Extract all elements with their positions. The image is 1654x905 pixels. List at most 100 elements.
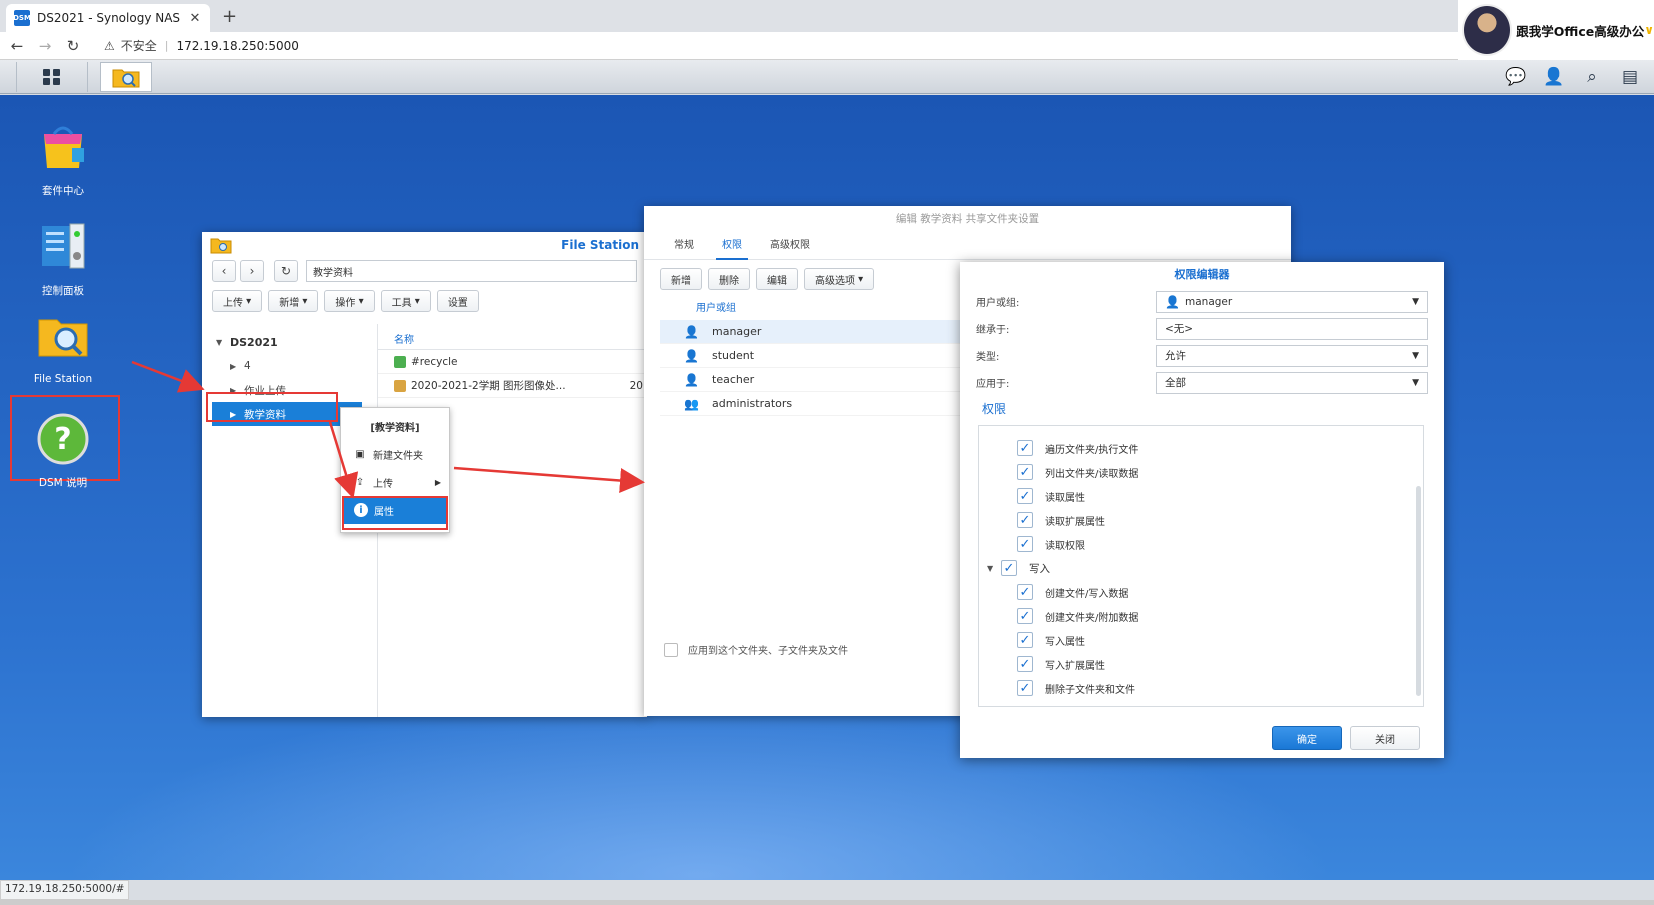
- menu-item-upload[interactable]: ⇪ 上传 ▶: [341, 468, 449, 496]
- file-name: 2020-2021-2学期 图形图像处...: [411, 380, 566, 392]
- advanced-options-button[interactable]: 高级选项 ▾: [804, 268, 875, 290]
- chevron-down-icon[interactable]: ▼: [987, 564, 1001, 573]
- permission-item[interactable]: ✓ 读取属性: [979, 484, 1423, 508]
- widget-icon[interactable]: ▤: [1618, 65, 1642, 89]
- ok-button[interactable]: 确定: [1272, 726, 1342, 750]
- settings-label: 设置: [447, 297, 468, 309]
- settings-button[interactable]: 设置: [436, 290, 479, 312]
- checkbox-checked[interactable]: ✓: [1017, 608, 1033, 624]
- taskbar-file-station[interactable]: [100, 62, 152, 92]
- desktop-control-panel[interactable]: 控制面板: [18, 220, 108, 298]
- chevron-down-icon: ▼: [1412, 296, 1419, 307]
- permission-item[interactable]: ✓ 列出文件夹/读取数据: [979, 460, 1423, 484]
- permission-item[interactable]: ✓ 读取扩展属性: [979, 508, 1423, 532]
- insecure-label[interactable]: 不安全: [121, 37, 157, 54]
- column-header-name[interactable]: 名称: [378, 328, 647, 350]
- form-row-apply-to: 应用于: 全部 ▼: [960, 369, 1444, 396]
- create-label: 新增: [279, 297, 300, 309]
- new-tab-icon[interactable]: +: [222, 6, 237, 27]
- forward-button[interactable]: ›: [240, 260, 264, 282]
- close-icon[interactable]: ✕: [188, 11, 202, 26]
- user-icon[interactable]: 👤: [1542, 65, 1566, 89]
- permission-label: 删除子文件夹和文件: [1045, 684, 1135, 696]
- menu-item-new-folder[interactable]: ▣ 新建文件夹: [341, 440, 449, 468]
- tree-item[interactable]: ▶ 4: [202, 354, 377, 378]
- checkbox-checked[interactable]: ✓: [1017, 584, 1033, 600]
- chat-icon[interactable]: 💬: [1504, 65, 1528, 89]
- permission-label: 读取属性: [1045, 492, 1085, 504]
- chevron-down-icon: ▼: [216, 337, 223, 347]
- desktop-package-center[interactable]: 套件中心: [18, 120, 108, 198]
- apply-to-subfolders[interactable]: 应用到这个文件夹、子文件夹及文件: [664, 642, 848, 657]
- user-row[interactable]: 👤 student: [660, 344, 960, 368]
- reload-icon[interactable]: ↻: [62, 37, 84, 55]
- back-button[interactable]: ‹: [212, 260, 236, 282]
- avatar: [1462, 4, 1513, 56]
- upload-label: 上传: [223, 297, 243, 309]
- desktop-dsm-help[interactable]: ? DSM 说明: [18, 412, 108, 490]
- user-icon: 👤: [684, 348, 699, 363]
- apply-label: 应用到这个文件夹、子文件夹及文件: [688, 646, 848, 657]
- scrollbar[interactable]: [1416, 486, 1421, 696]
- browser-tab[interactable]: DSM DS2021 - Synology NAS ✕: [6, 4, 210, 32]
- edit-button[interactable]: 编辑: [756, 268, 798, 290]
- user-row[interactable]: 👥 administrators: [660, 392, 960, 416]
- user-select[interactable]: 👤 manager ▼: [1156, 290, 1428, 313]
- menu-item-label: 新建文件夹: [373, 450, 423, 462]
- delete-button[interactable]: 删除: [708, 268, 750, 290]
- forward-icon[interactable]: →: [34, 37, 56, 55]
- context-menu-title: [教学资料]: [370, 422, 420, 434]
- bottom-strip: [0, 900, 1654, 905]
- path-input[interactable]: 教学资料: [306, 260, 637, 282]
- back-icon[interactable]: ←: [6, 37, 28, 55]
- user-icon: 👤: [1165, 294, 1180, 309]
- checkbox-checked[interactable]: ✓: [1017, 536, 1033, 552]
- apply-to-select[interactable]: 全部 ▼: [1156, 371, 1428, 394]
- create-button[interactable]: 新增 ▾: [268, 290, 319, 312]
- permission-item[interactable]: ✓ 写入属性: [979, 628, 1423, 652]
- checkbox-checked[interactable]: ✓: [1017, 512, 1033, 528]
- permission-item[interactable]: ✓ 删除子文件夹和文件: [979, 676, 1423, 700]
- url-input[interactable]: 172.19.18.250:5000: [177, 39, 299, 53]
- checkbox-checked[interactable]: ✓: [1017, 656, 1033, 672]
- checkbox-checked[interactable]: ✓: [1017, 632, 1033, 648]
- user-icon: 👤: [684, 372, 699, 387]
- checkbox-checked[interactable]: ✓: [1017, 464, 1033, 480]
- tab-permissions[interactable]: 权限: [708, 232, 756, 260]
- apply-checkbox[interactable]: [664, 642, 678, 657]
- file-row[interactable]: #recycle: [378, 350, 647, 374]
- desktop-file-station[interactable]: File Station: [18, 310, 108, 385]
- user-row[interactable]: 👤 teacher: [660, 368, 960, 392]
- action-button[interactable]: 操作 ▾: [324, 290, 375, 312]
- permission-label: 列出文件夹/读取数据: [1045, 468, 1139, 480]
- tree-root[interactable]: ▼ DS2021: [202, 330, 377, 354]
- tab-general[interactable]: 常规: [660, 232, 708, 259]
- permission-item[interactable]: ✓ 创建文件夹/附加数据: [979, 604, 1423, 628]
- refresh-button[interactable]: ↻: [274, 260, 298, 282]
- permission-editor-window: 权限编辑器 用户或组: 👤 manager ▼ 继承于: <无> 类型: 允许 …: [960, 262, 1444, 758]
- permission-item[interactable]: ✓ 遍历文件夹/执行文件: [979, 436, 1423, 460]
- permission-item[interactable]: ✓ 创建文件/写入数据: [979, 580, 1423, 604]
- main-menu-button[interactable]: [16, 62, 88, 92]
- checkbox-checked[interactable]: ✓: [1017, 488, 1033, 504]
- file-row[interactable]: 2020-2021-2学期 图形图像处... 20: [378, 374, 647, 398]
- advanced-options-label: 高级选项: [815, 275, 855, 287]
- tab-advanced-permissions[interactable]: 高级权限: [756, 232, 824, 259]
- permission-label: 读取扩展属性: [1045, 516, 1105, 528]
- add-folder-icon: ▣: [355, 448, 365, 460]
- permission-item[interactable]: ✓ 写入扩展属性: [979, 652, 1423, 676]
- close-button[interactable]: 关闭: [1350, 726, 1420, 750]
- search-icon[interactable]: ⌕: [1580, 65, 1604, 89]
- type-select[interactable]: 允许 ▼: [1156, 344, 1428, 367]
- checkbox-checked[interactable]: ✓: [1017, 440, 1033, 456]
- warning-icon[interactable]: ⚠: [104, 39, 115, 53]
- upload-button[interactable]: 上传 ▾: [212, 290, 263, 312]
- checkbox-checked[interactable]: ✓: [1017, 680, 1033, 696]
- add-button[interactable]: 新增: [660, 268, 702, 290]
- tools-button[interactable]: 工具 ▾: [380, 290, 431, 312]
- permission-item[interactable]: ✓ 读取权限: [979, 532, 1423, 556]
- checkbox-checked[interactable]: ✓: [1001, 560, 1017, 576]
- permission-label: 读取权限: [1045, 540, 1085, 552]
- permission-group-write[interactable]: ▼ ✓ 写入: [979, 556, 1423, 580]
- user-row[interactable]: 👤 manager: [660, 320, 960, 344]
